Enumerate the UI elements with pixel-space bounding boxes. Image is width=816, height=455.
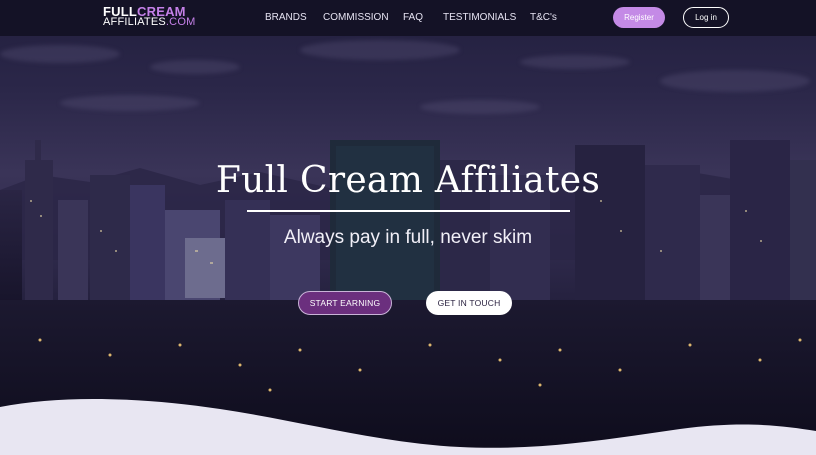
top-navigation-bar: FULLCREAM AFFILIATES.COM BRANDS COMMISSI… (0, 0, 816, 36)
bottom-wave-divider (0, 398, 816, 455)
register-button[interactable]: Register (613, 7, 665, 28)
logo-word-affiliates: AFFILIATES (103, 16, 166, 28)
login-button[interactable]: Log in (683, 7, 729, 28)
brand-logo[interactable]: FULLCREAM AFFILIATES.COM (103, 5, 196, 28)
nav-link-commission[interactable]: COMMISSION (323, 12, 389, 23)
nav-link-faq[interactable]: FAQ (403, 12, 423, 23)
nav-link-brands[interactable]: BRANDS (265, 12, 307, 23)
hero-title: Full Cream Affiliates (215, 160, 601, 201)
logo-word-com: .COM (165, 16, 196, 28)
get-in-touch-button[interactable]: GET IN TOUCH (426, 291, 512, 315)
nav-link-terms[interactable]: T&C's (530, 12, 557, 23)
start-earning-button[interactable]: START EARNING (298, 291, 392, 315)
hero-tagline: Always pay in full, never skim (283, 227, 533, 248)
nav-link-testimonials[interactable]: TESTIMONIALS (443, 12, 516, 23)
title-divider (247, 210, 570, 212)
